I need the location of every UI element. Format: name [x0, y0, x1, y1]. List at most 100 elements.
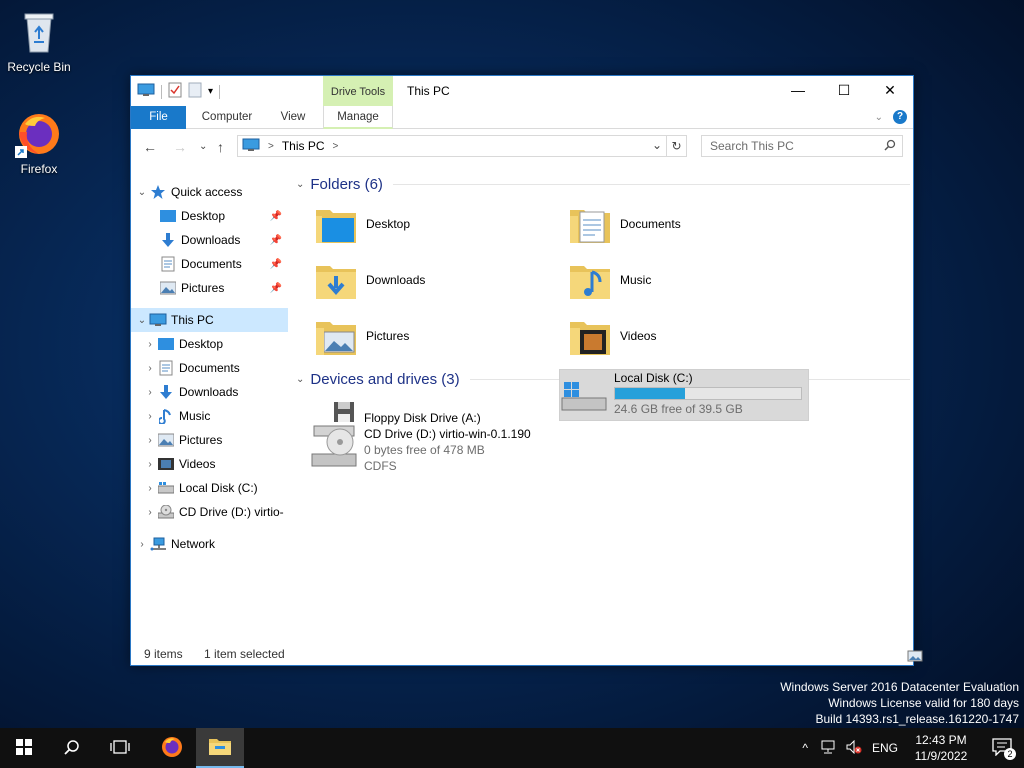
- collapsed-chevron-icon[interactable]: ›: [143, 507, 157, 518]
- collapsed-chevron-icon[interactable]: ›: [143, 387, 157, 398]
- back-button[interactable]: ←: [143, 139, 157, 155]
- nav-pc-music[interactable]: › Music: [143, 404, 288, 428]
- taskbar-firefox[interactable]: [148, 728, 196, 768]
- start-button[interactable]: [0, 728, 48, 768]
- network-status-icon[interactable]: [820, 740, 836, 757]
- navigation-pane: ⌄ Quick access Desktop 📌 Downloads 📌 Doc…: [131, 176, 288, 636]
- desktop-icon-firefox[interactable]: Firefox: [1, 110, 77, 176]
- maximize-button[interactable]: ☐: [821, 76, 867, 104]
- forward-button[interactable]: →: [173, 139, 187, 155]
- folder-label: Documents: [620, 217, 681, 231]
- pin-icon[interactable]: 📌: [270, 283, 282, 294]
- volume-muted-icon[interactable]: [846, 739, 862, 757]
- task-view-button[interactable]: [96, 728, 144, 768]
- pin-icon[interactable]: 📌: [270, 235, 282, 246]
- nav-qa-downloads[interactable]: Downloads 📌: [159, 228, 288, 252]
- folder-pictures[interactable]: Pictures: [314, 310, 564, 362]
- nav-pc-local-disk[interactable]: › Local Disk (C:): [143, 476, 288, 500]
- clock[interactable]: 12:43 PM 11/9/2022: [910, 732, 972, 764]
- folders-group-header[interactable]: ⌄ Folders (6): [296, 176, 910, 193]
- drives-header-label: Devices and drives (3): [310, 371, 460, 388]
- taskbar: ^ ENG 12:43 PM 11/9/2022 2: [0, 728, 1024, 768]
- nav-label: Documents: [179, 361, 240, 375]
- tab-computer[interactable]: Computer: [193, 106, 261, 129]
- search-box[interactable]: Search This PC: [701, 135, 903, 157]
- pictures-icon: [157, 432, 175, 448]
- qat-dropdown-icon[interactable]: ▾: [208, 86, 213, 97]
- new-folder-icon[interactable]: [188, 82, 202, 101]
- desktop-icon-recycle-bin[interactable]: Recycle Bin: [1, 8, 77, 74]
- drive-label: Floppy Disk Drive (A:): [364, 411, 481, 425]
- nav-pc-desktop[interactable]: › Desktop: [143, 332, 288, 356]
- refresh-icon[interactable]: ↻: [666, 136, 686, 156]
- folder-desktop[interactable]: Desktop: [314, 198, 564, 250]
- nav-pc-downloads[interactable]: › Downloads: [143, 380, 288, 404]
- help-icon[interactable]: ?: [893, 110, 907, 124]
- nav-network[interactable]: › Network: [131, 532, 288, 556]
- taskbar-file-explorer[interactable]: [196, 728, 244, 768]
- collapsed-chevron-icon[interactable]: ›: [143, 363, 157, 374]
- drive-label: CD Drive (D:) virtio-win-0.1.190: [364, 427, 531, 441]
- nav-qa-desktop[interactable]: Desktop 📌: [159, 204, 288, 228]
- content-pane: ⌄ Folders (6) Desktop Documents Download…: [294, 176, 910, 636]
- collapsed-chevron-icon[interactable]: ›: [135, 539, 149, 550]
- expanded-chevron-icon[interactable]: ⌄: [135, 187, 149, 198]
- tab-manage[interactable]: Manage: [323, 106, 393, 129]
- show-hidden-icons[interactable]: ^: [802, 741, 808, 755]
- address-bar[interactable]: > This PC > ⌄ ↻: [237, 135, 687, 157]
- action-center-button[interactable]: 2: [980, 728, 1024, 768]
- input-language[interactable]: ENG: [872, 741, 898, 755]
- nav-label: Videos: [179, 457, 216, 471]
- collapsed-chevron-icon[interactable]: ›: [143, 339, 157, 350]
- collapsed-chevron-icon[interactable]: ›: [143, 411, 157, 422]
- music-icon: [157, 408, 175, 424]
- folder-videos[interactable]: Videos: [568, 310, 818, 362]
- star-icon: [149, 184, 167, 200]
- nav-pc-videos[interactable]: › Videos: [143, 452, 288, 476]
- nav-pc-documents[interactable]: › Documents: [143, 356, 288, 380]
- collapsed-chevron-icon[interactable]: ›: [143, 483, 157, 494]
- pin-icon[interactable]: 📌: [270, 259, 282, 270]
- drive-label: Local Disk (C:): [614, 371, 693, 385]
- videos-icon: [157, 456, 175, 472]
- nav-pc-pictures[interactable]: › Pictures: [143, 428, 288, 452]
- drive-usage-fill: [615, 388, 686, 399]
- nav-qa-pictures[interactable]: Pictures 📌: [159, 276, 288, 300]
- recent-locations-button[interactable]: ⌄: [199, 141, 207, 152]
- nav-label: Pictures: [179, 433, 223, 447]
- firefox-icon: [15, 110, 63, 158]
- tab-view[interactable]: View: [271, 106, 315, 129]
- expanded-chevron-icon[interactable]: ⌄: [296, 179, 304, 190]
- folder-downloads[interactable]: Downloads: [314, 254, 564, 306]
- properties-icon[interactable]: [168, 82, 182, 101]
- tab-file[interactable]: File: [131, 106, 186, 129]
- up-button[interactable]: ↑: [217, 139, 224, 155]
- drive-local-c[interactable]: Local Disk (C:) 24.6 GB free of 39.5 GB: [559, 369, 809, 421]
- title-bar[interactable]: ▾ Drive Tools This PC — ☐ ✕: [131, 76, 913, 106]
- folder-music[interactable]: Music: [568, 254, 818, 306]
- collapsed-chevron-icon[interactable]: ›: [143, 459, 157, 470]
- collapsed-chevron-icon[interactable]: ›: [143, 435, 157, 446]
- nav-label: Quick access: [171, 185, 243, 199]
- address-dropdown-icon[interactable]: ⌄: [652, 138, 662, 152]
- drive-cd-d[interactable]: CD Drive (D:) virtio-win-0.1.190 0 bytes…: [310, 426, 560, 478]
- pin-icon[interactable]: 📌: [270, 211, 282, 222]
- close-button[interactable]: ✕: [867, 76, 913, 104]
- system-tray: ^ ENG 12:43 PM 11/9/2022 2: [802, 728, 1024, 768]
- nav-quick-access[interactable]: ⌄ Quick access: [135, 180, 292, 204]
- search-button[interactable]: [48, 728, 96, 768]
- nav-label: Music: [179, 409, 211, 423]
- nav-pc-cd-drive[interactable]: › CD Drive (D:) virtio-: [143, 500, 288, 524]
- minimize-button[interactable]: —: [775, 76, 821, 104]
- folder-documents[interactable]: Documents: [568, 198, 818, 250]
- nav-qa-documents[interactable]: Documents 📌: [159, 252, 288, 276]
- expanded-chevron-icon[interactable]: ⌄: [296, 374, 304, 385]
- desktop-icon: [159, 208, 177, 224]
- expanded-chevron-icon[interactable]: ⌄: [135, 315, 149, 326]
- large-icons-view-icon[interactable]: [907, 650, 923, 665]
- breadcrumb-this-pc[interactable]: This PC: [282, 139, 325, 153]
- breadcrumb-chevron[interactable]: >: [333, 141, 339, 152]
- cd-drive-icon: [310, 426, 358, 470]
- nav-this-pc[interactable]: ⌄ This PC: [131, 308, 288, 332]
- expand-ribbon-icon[interactable]: ⌄: [875, 112, 883, 123]
